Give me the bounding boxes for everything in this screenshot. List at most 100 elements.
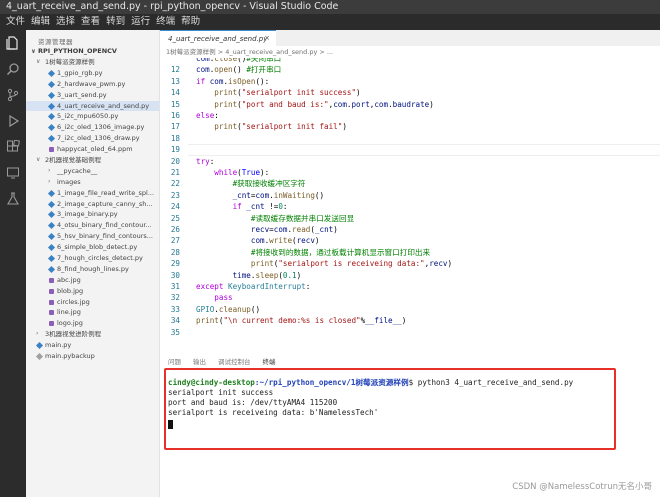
code-token: () (232, 65, 247, 75)
menu-item[interactable]: 文件 (3, 14, 28, 30)
code-line: 12 com.open() #打开串口 (160, 64, 660, 75)
code-token: #获取接收缓冲区字符 (232, 179, 306, 189)
tree-folder[interactable]: › images (26, 177, 159, 188)
tree-file[interactable]: 1_gpio_rgb.py (26, 68, 159, 79)
code-token: print (214, 99, 238, 109)
close-icon[interactable]: × (264, 34, 270, 42)
tree-item-label: 3机器视觉进阶例程 (45, 330, 102, 339)
code-line: 22 #获取接收缓冲区字符 (160, 178, 660, 189)
line-number: 23 (170, 190, 180, 200)
menu-item[interactable]: 选择 (53, 14, 78, 30)
tree-folder[interactable]: ∨ 1树莓派资源样例 (26, 57, 159, 68)
tree-file[interactable]: 3_uart_send.py (26, 90, 159, 101)
tree-file[interactable]: 2_image_capture_canny_sh... (26, 199, 159, 210)
tree-file[interactable]: 4_otsu_binary_find_contour... (26, 220, 159, 231)
activity-bar (0, 30, 26, 497)
tree-item-label: __pycache__ (57, 166, 98, 175)
line-number: 29 (170, 259, 180, 269)
tree-file[interactable]: 1_image_file_read_write_spl... (26, 188, 159, 199)
code-token: "\n current demo:%s is closed" (223, 316, 361, 326)
run-debug-icon[interactable] (4, 112, 22, 130)
code-line: 23 _cnt=com.inWaiting() (160, 190, 660, 201)
line-number: 15 (170, 99, 180, 109)
line-number: 17 (170, 122, 180, 132)
tree-file[interactable]: 8_find_hough_lines.py (26, 264, 159, 275)
tree-item-label: 1树莓派资源样例 (45, 58, 95, 66)
python-file-icon (47, 69, 56, 77)
tree-file[interactable]: circles.jpg (26, 297, 159, 308)
code-token: GPIO (196, 304, 215, 314)
chevron-right-icon: › (48, 177, 51, 185)
tree-item-label: 4_uart_receive_and_send.py (57, 101, 150, 110)
tree-file[interactable]: 2_hardwave_pwm.py (26, 79, 159, 90)
tree-file[interactable]: 3_image_binary.py (26, 209, 159, 220)
code-text: #获取接收缓冲区字符 (196, 178, 306, 189)
code-text: else: (196, 110, 219, 121)
code-token: __file__ (365, 316, 402, 326)
menu-item[interactable]: 帮助 (178, 14, 203, 30)
code-token: while (214, 168, 238, 177)
code-line: 18 (160, 133, 660, 144)
explorer-icon[interactable] (4, 34, 22, 52)
tree-file[interactable]: 6_simple_blob_detect.py (26, 242, 159, 253)
tree-file[interactable]: main.pybackup (26, 351, 159, 362)
terminal-highlight-box (164, 368, 616, 450)
code-token: #关闭串口 (246, 58, 282, 63)
tree-item-label: logo.jpg (57, 319, 83, 328)
explorer-root-folder[interactable]: ∨ RPI_PYTHON_OPENCV (26, 46, 159, 57)
tree-item-label: 3_image_binary.py (57, 210, 118, 219)
source-control-icon[interactable] (4, 86, 22, 104)
code-token: if (232, 202, 247, 212)
code-editor[interactable]: com.close()#关闭串口 12 com.open() #打开串口 13 if c… (160, 58, 660, 348)
tree-file[interactable]: abc.jpg (26, 275, 159, 286)
code-token: com (273, 225, 288, 234)
code-token: com (196, 58, 210, 63)
tree-file[interactable]: 4_uart_receive_and_send.py (26, 100, 159, 112)
code-token: open (214, 65, 233, 75)
menu-item[interactable]: 编辑 (28, 14, 53, 30)
file-icon (35, 353, 44, 361)
code-text: print("port and baud is:",com.port,com.b… (196, 99, 434, 110)
tree-file[interactable]: 5_hsv_binary_find_contours... (26, 231, 159, 242)
menu-item[interactable]: 运行 (128, 14, 153, 30)
tree-file[interactable]: line.jpg (26, 307, 159, 318)
menu-item[interactable]: 终端 (153, 14, 178, 30)
tree-file[interactable]: 5_i2c_mpu6050.py (26, 111, 159, 122)
code-token: (): (255, 76, 270, 86)
image-file-icon (49, 310, 54, 316)
code-token: True (241, 168, 261, 177)
code-token: "serialport is receiveing data:" (278, 259, 425, 269)
code-line: 27 com.write(recv) (160, 235, 660, 246)
tree-file[interactable]: 6_i2c_oled_1306_image.py (26, 122, 159, 133)
menu-item[interactable]: 转到 (103, 14, 128, 30)
tree-file[interactable]: happycat_oled_64.ppm (26, 144, 159, 155)
tree-file[interactable]: main.py (26, 340, 159, 351)
menu-item[interactable]: 查看 (78, 14, 103, 30)
code-line: 19 (160, 144, 660, 155)
search-icon[interactable] (4, 60, 22, 78)
tree-file[interactable]: 7_i2c_oled_1306_draw.py (26, 133, 159, 144)
tree-file[interactable]: 7_hough_circles_detect.py (26, 253, 159, 264)
tree-file[interactable]: logo.jpg (26, 318, 159, 329)
tree-folder[interactable]: › __pycache__ (26, 166, 159, 177)
code-token: else (196, 111, 215, 120)
remote-icon[interactable] (4, 164, 22, 182)
code-token: com (196, 65, 210, 75)
code-line: 34 print("\n current demo:%s is closed"%_… (160, 315, 660, 326)
panel-tab[interactable]: 调试控制台 (218, 355, 251, 369)
tree-item-label: main.py (45, 341, 72, 350)
python-file-icon (47, 211, 56, 219)
panel-tab[interactable]: 输出 (193, 355, 206, 369)
test-icon[interactable] (4, 190, 22, 208)
tree-folder[interactable]: › 3机器视觉进阶例程 (26, 329, 159, 340)
tree-item-label: 5_i2c_mpu6050.py (57, 112, 119, 121)
panel-tab[interactable]: 问题 (168, 355, 181, 369)
code-line: 20 try: (160, 156, 660, 167)
tree-folder[interactable]: ∨ 2机器视觉基础例程 (26, 155, 159, 166)
extensions-icon[interactable] (4, 138, 22, 156)
code-text: print("serialport init fail") (196, 121, 347, 132)
editor-tab[interactable]: 4_uart_receive_and_send.py × (160, 30, 276, 46)
tree-file[interactable]: blob.jpg (26, 286, 159, 297)
breadcrumb[interactable]: 1树莓派资源样例 > 4_uart_receive_and_send.py > … (160, 46, 333, 58)
